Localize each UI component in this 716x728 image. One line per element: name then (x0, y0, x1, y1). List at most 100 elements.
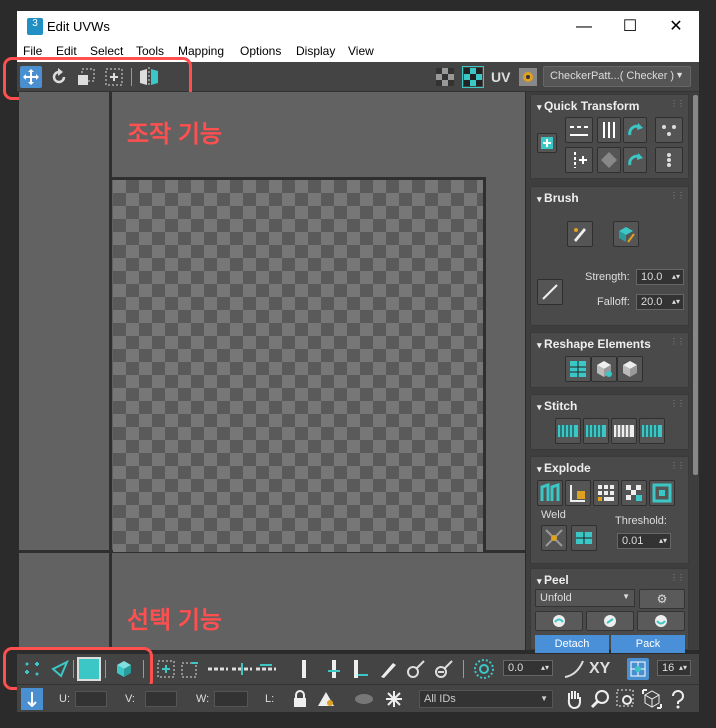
show-map-icon[interactable] (434, 66, 456, 88)
checker-map-icon[interactable] (462, 66, 484, 88)
grid-explode-icon[interactable] (593, 480, 619, 506)
minimize-button[interactable]: — (561, 11, 607, 42)
grid-line (109, 92, 112, 650)
quick-peel-button[interactable] (535, 611, 583, 631)
brush-stroke-icon[interactable] (537, 279, 563, 305)
detach-edge-icon[interactable] (565, 480, 591, 506)
align-vertical-icon[interactable] (597, 117, 621, 143)
distribute-vertical-icon[interactable] (655, 147, 683, 173)
spinner-arrows-icon[interactable]: ▴▾ (679, 661, 687, 675)
distribute-icon[interactable] (655, 117, 683, 143)
visibility-icon[interactable] (315, 688, 337, 710)
detach-button[interactable]: Detach (535, 635, 609, 653)
uv-viewport[interactable]: 조작 기능 선택 기능 (19, 92, 525, 650)
strength-label: Strength: (585, 271, 630, 283)
peel-reset-button[interactable] (637, 611, 685, 631)
paint-grow-icon[interactable] (405, 658, 427, 680)
pivot-icon[interactable] (537, 133, 557, 153)
pack-button[interactable]: Pack (611, 635, 685, 653)
brush-paint-icon[interactable] (567, 221, 593, 247)
brush-relax-icon[interactable] (613, 221, 639, 247)
rollout-title: Reshape Elements (537, 337, 651, 351)
weld-selected-icon[interactable] (571, 525, 597, 551)
menu-display[interactable]: Display (296, 44, 335, 58)
texture-dropdown[interactable]: CheckerPatt...( Checker ) ▼ (543, 66, 691, 87)
close-button[interactable]: ✕ (653, 11, 699, 42)
grow-selection-icon[interactable] (155, 658, 177, 680)
help-icon[interactable] (667, 688, 689, 710)
spinner-arrows-icon[interactable]: ▴▾ (672, 270, 680, 284)
rollout-explode: Explode ⋮⋮ Weld Threshold: 0.01 ▴▾ (530, 456, 689, 564)
annotation-manipulation: 조작 기능 (127, 121, 222, 148)
rotate-cw-icon[interactable] (623, 117, 647, 143)
chevron-down-icon: ▼ (540, 694, 548, 703)
ring-select-icon[interactable] (293, 658, 315, 680)
loop-shrink-icon[interactable] (255, 658, 277, 680)
soft-selection-icon[interactable] (473, 658, 495, 680)
v-field[interactable] (145, 691, 177, 707)
stitch-target-icon[interactable] (639, 418, 665, 444)
soft-selection-spinner[interactable]: 0.0 ▴▾ (503, 660, 553, 676)
spinner-arrows-icon[interactable]: ▴▾ (541, 661, 549, 675)
menu-edit[interactable]: Edit (56, 44, 77, 58)
stitch-source-icon[interactable] (583, 418, 609, 444)
menu-view[interactable]: View (348, 44, 374, 58)
strength-spinner[interactable]: 10.0 ▴▾ (636, 269, 684, 285)
straighten-icon[interactable] (565, 356, 591, 382)
peel-mode-button[interactable] (586, 611, 634, 631)
menu-file[interactable]: File (23, 44, 42, 58)
grid-snap-icon[interactable] (627, 658, 649, 680)
texture-settings-icon[interactable] (517, 66, 539, 88)
soft-selection-value: 0.0 (508, 662, 524, 674)
u-field[interactable] (75, 691, 107, 707)
pan-icon[interactable] (563, 688, 585, 710)
w-field[interactable] (214, 691, 248, 707)
zoom-region-icon[interactable] (615, 688, 637, 710)
rollout-quick-transform: Quick Transform ⋮⋮ (530, 94, 689, 179)
paint-select-icon[interactable] (377, 658, 399, 680)
hide-icon[interactable] (353, 688, 375, 710)
break-icon[interactable] (537, 480, 563, 506)
falloff-curve-icon[interactable] (563, 658, 585, 680)
falloff-spinner[interactable]: 20.0 ▴▾ (636, 294, 684, 310)
status-bar: U: V: W: L: All IDs ▼ (17, 684, 699, 712)
space-icon[interactable] (597, 147, 621, 173)
spinner-arrows-icon[interactable]: ▴▾ (672, 295, 680, 309)
unfold-dropdown[interactable]: Unfold ▼ (535, 589, 635, 607)
side-panel-scrollbar[interactable] (693, 95, 698, 475)
grid-spinner[interactable]: 16 ▴▾ (657, 660, 691, 676)
align-vertical-dash-icon[interactable] (565, 147, 593, 173)
spinner-arrows-icon[interactable]: ▴▾ (659, 534, 667, 548)
flatten-icon[interactable] (649, 480, 675, 506)
maximize-button[interactable]: ☐ (607, 11, 653, 42)
strength-value: 10.0 (641, 271, 663, 283)
chevron-down-icon: ▼ (622, 592, 630, 601)
zoom-icon[interactable] (589, 688, 611, 710)
menu-options[interactable]: Options (240, 44, 281, 58)
zoom-extents-icon[interactable] (641, 688, 663, 710)
align-horizontal-icon[interactable] (565, 117, 593, 143)
absolute-offset-icon[interactable] (21, 688, 43, 710)
threshold-spinner[interactable]: 0.01 ▴▾ (617, 533, 671, 549)
ring-grow-icon[interactable] (323, 658, 345, 680)
weld-target-icon[interactable] (541, 525, 567, 551)
material-ids-dropdown[interactable]: All IDs ▼ (419, 690, 553, 708)
peel-settings-button[interactable]: ⚙ (639, 589, 685, 609)
ring-shrink-icon[interactable] (349, 658, 371, 680)
grid-value: 16 (662, 662, 675, 674)
lock-icon[interactable] (289, 688, 311, 710)
menu-mapping[interactable]: Mapping (178, 44, 224, 58)
menu-tools[interactable]: Tools (136, 44, 164, 58)
stitch-custom-icon[interactable] (555, 418, 581, 444)
rotate-ccw-icon[interactable] (623, 147, 647, 173)
shrink-selection-icon[interactable] (179, 658, 201, 680)
menu-select[interactable]: Select (90, 44, 123, 58)
stitch-average-icon[interactable] (611, 418, 637, 444)
relax-cube-icon[interactable] (591, 356, 617, 382)
paint-shrink-icon[interactable] (433, 658, 455, 680)
freeze-icon[interactable] (383, 688, 405, 710)
loop-select-icon[interactable] (207, 658, 229, 680)
checker-explode-icon[interactable] (621, 480, 647, 506)
cube-icon[interactable] (617, 356, 643, 382)
loop-grow-icon[interactable] (231, 658, 253, 680)
